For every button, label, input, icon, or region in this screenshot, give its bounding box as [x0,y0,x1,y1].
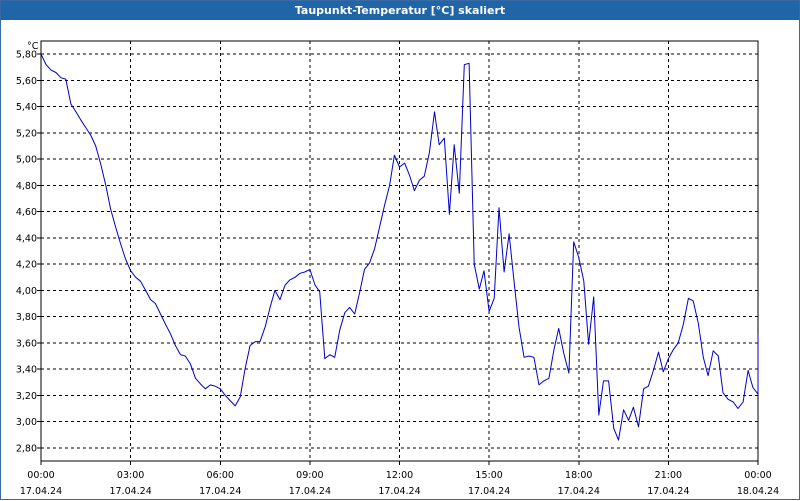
x-tick-date-label: 17.04.24 [109,486,151,497]
x-tick-date-label: 17.04.24 [378,486,420,497]
x-tick-time-label: 15:00 [475,470,502,481]
x-tick-date-label: 17.04.24 [289,486,331,497]
y-tick-label: 3,00 [16,417,37,428]
y-tick-label: 4,20 [16,260,37,271]
x-tick-time-label: 21:00 [655,470,682,481]
x-tick-time-label: 09:00 [296,470,323,481]
x-tick-time-label: 00:00 [744,470,771,481]
x-tick-date-label: 17.04.24 [199,486,241,497]
chart-canvas: 2,80 3,00 3,20 3,40 3,60 3,80 4,00 4,20 4,40 4,60… [16,40,779,497]
x-tick-time-label: 00:00 [27,470,54,481]
y-axis: 2,80 3,00 3,20 3,40 3,60 3,80 4,00 4,20 4,40 4,60… [16,50,41,454]
y-tick-label: 5,00 [16,155,37,166]
x-tick-time-label: 12:00 [386,470,413,481]
y-tick-label: 5,60 [16,76,37,87]
x-tick-date-label: 17.04.24 [558,486,600,497]
y-tick-label: 4,60 [16,207,37,218]
y-tick-label: 3,80 [16,312,37,323]
chart-window: Taupunkt-Temperatur [°C] skaliert 2,80 3,… [0,0,800,500]
y-tick-label: 3,20 [16,391,37,402]
x-tick-time-label: 18:00 [565,470,592,481]
y-tick-label: 3,40 [16,365,37,376]
x-tick-time-label: 03:00 [117,470,144,481]
y-axis-unit-label: °C [27,41,39,52]
y-tick-label: 4,00 [16,286,37,297]
x-tick-date-label: 17.04.24 [468,486,510,497]
y-tick-label: 5,20 [16,128,37,139]
x-tick-date-label: 17.04.24 [20,486,62,497]
x-axis: 00:00 17.04.24 03:00 17.04.24 06:00 17.04.24 0… [20,461,779,497]
x-tick-time-label: 06:00 [207,470,234,481]
x-tick-date-label: 17.04.24 [647,486,689,497]
y-tick-label: 3,60 [16,338,37,349]
y-tick-label: 4,40 [16,233,37,244]
y-tick-label: 2,80 [16,443,37,454]
y-tick-label: 4,80 [16,181,37,192]
y-tick-label: 5,40 [16,102,37,113]
x-tick-date-label: 18.04.24 [737,486,779,497]
